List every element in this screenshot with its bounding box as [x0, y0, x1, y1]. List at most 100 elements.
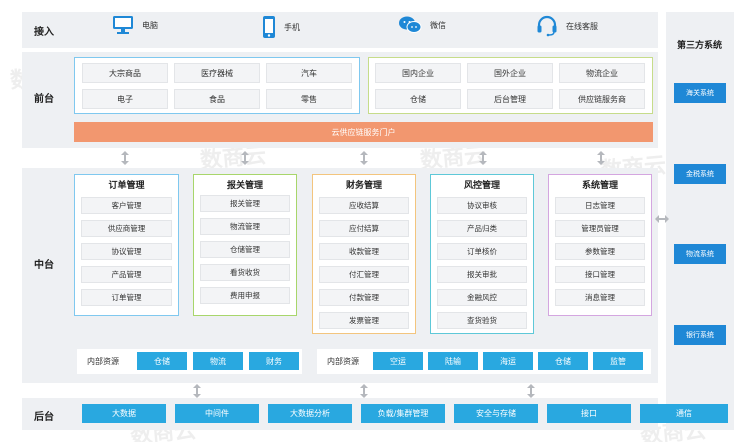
- front-enterprises-panel: 国内企业 国外企业 物流企业 仓储 后台管理 供应链服务商: [368, 57, 653, 114]
- back-service-button[interactable]: 安全与存储: [454, 404, 538, 423]
- module-item[interactable]: 订单核价: [437, 243, 527, 260]
- up-down-arrow-icon: [360, 151, 368, 165]
- module-title: 订单管理: [108, 181, 145, 191]
- third-party-system[interactable]: 物流系统: [674, 244, 726, 264]
- module-item[interactable]: 应付结算: [319, 220, 409, 237]
- front-cell[interactable]: 汽车: [266, 63, 352, 83]
- up-down-arrow-icon: [527, 384, 535, 398]
- third-party-system[interactable]: 金税系统: [674, 164, 726, 184]
- module-item[interactable]: 物流管理: [200, 218, 290, 235]
- resource-button[interactable]: 仓储: [137, 352, 187, 370]
- up-down-arrow-icon: [193, 384, 201, 398]
- internal-resources-label: 内部资源: [87, 357, 119, 366]
- third-party-band: [666, 12, 734, 430]
- module-item[interactable]: 消息管理: [555, 289, 645, 306]
- module-item[interactable]: 看货收货: [200, 264, 290, 281]
- access-item-label: 手机: [284, 22, 300, 32]
- third-party-system[interactable]: 海关系统: [674, 83, 726, 103]
- wechat-icon: [398, 15, 422, 35]
- internal-resources-left: 内部资源 仓储 物流 财务: [77, 349, 302, 374]
- front-cell[interactable]: 大宗商品: [82, 63, 168, 83]
- module-item[interactable]: 付汇管理: [319, 266, 409, 283]
- module-item[interactable]: 订单管理: [81, 289, 172, 306]
- back-service-button[interactable]: 大数据分析: [268, 404, 352, 423]
- access-item-label: 在线客服: [566, 21, 598, 31]
- module-item[interactable]: 供应商管理: [81, 220, 172, 237]
- access-online-service[interactable]: 在线客服: [536, 15, 598, 37]
- up-down-arrow-icon: [241, 151, 249, 165]
- access-computer[interactable]: 电脑: [112, 15, 158, 35]
- phone-icon: [262, 15, 276, 39]
- resource-button[interactable]: 海运: [483, 352, 533, 370]
- access-label: 接入: [34, 27, 54, 38]
- module-title: 风控管理: [463, 181, 500, 191]
- module-item[interactable]: 报关管理: [200, 195, 290, 212]
- front-cell[interactable]: 食品: [174, 89, 260, 109]
- module-item[interactable]: 管理员管理: [555, 220, 645, 237]
- module-system: 系统管理 日志管理 管理员管理 参数管理 接口管理 消息管理: [548, 174, 652, 316]
- module-title: 系统管理: [581, 181, 618, 191]
- module-title: 财务管理: [345, 181, 382, 191]
- back-service-button[interactable]: 中间件: [175, 404, 259, 423]
- module-item[interactable]: 金融风控: [437, 289, 527, 306]
- module-finance: 财务管理 应收结算 应付结算 收款管理 付汇管理 付款管理 发票管理: [312, 174, 416, 334]
- cloud-portal-bar[interactable]: 云供应链服务门户: [74, 122, 653, 142]
- access-phone[interactable]: 手机: [262, 15, 300, 39]
- module-item[interactable]: 客户管理: [81, 197, 172, 214]
- module-risk: 风控管理 协议审核 产品归类 订单核价 报关审批 金融风控 查货验货: [430, 174, 534, 334]
- resource-button[interactable]: 监管: [593, 352, 643, 370]
- front-cell[interactable]: 电子: [82, 89, 168, 109]
- module-title: 报关管理: [226, 181, 263, 191]
- module-item[interactable]: 付款管理: [319, 289, 409, 306]
- headset-icon: [536, 15, 558, 37]
- module-item[interactable]: 应收结算: [319, 197, 409, 214]
- up-down-arrow-icon: [479, 151, 487, 165]
- resource-button[interactable]: 财务: [249, 352, 299, 370]
- module-item[interactable]: 查货验货: [437, 312, 527, 329]
- front-label: 前台: [34, 94, 54, 105]
- back-service-button[interactable]: 大数据: [82, 404, 166, 423]
- module-order: 订单管理 客户管理 供应商管理 协议管理 产品管理 订单管理: [74, 174, 179, 316]
- resource-button[interactable]: 物流: [193, 352, 243, 370]
- front-industries-panel: 大宗商品 医疗器械 汽车 电子 食品 零售: [74, 57, 360, 114]
- module-item[interactable]: 仓储管理: [200, 241, 290, 258]
- front-cell[interactable]: 国内企业: [375, 63, 461, 83]
- module-item[interactable]: 协议管理: [81, 243, 172, 260]
- access-item-label: 电脑: [142, 20, 158, 30]
- up-down-arrow-icon: [597, 151, 605, 165]
- module-item[interactable]: 日志管理: [555, 197, 645, 214]
- back-service-button[interactable]: 负载/集群管理: [361, 404, 445, 423]
- back-label: 后台: [34, 412, 54, 423]
- front-cell[interactable]: 供应链服务商: [559, 89, 645, 109]
- front-cell[interactable]: 国外企业: [467, 63, 553, 83]
- back-service-button[interactable]: 通信: [640, 404, 728, 423]
- front-cell[interactable]: 零售: [266, 89, 352, 109]
- module-item[interactable]: 协议审核: [437, 197, 527, 214]
- module-item[interactable]: 参数管理: [555, 243, 645, 260]
- back-service-button[interactable]: 接口: [547, 404, 631, 423]
- module-item[interactable]: 接口管理: [555, 266, 645, 283]
- access-item-label: 微信: [430, 20, 446, 30]
- front-cell[interactable]: 后台管理: [467, 89, 553, 109]
- internal-resources-label: 内部资源: [327, 357, 359, 366]
- module-item[interactable]: 产品管理: [81, 266, 172, 283]
- module-item[interactable]: 收款管理: [319, 243, 409, 260]
- front-cell[interactable]: 医疗器械: [174, 63, 260, 83]
- middle-label: 中台: [34, 260, 54, 271]
- up-down-arrow-icon: [121, 151, 129, 165]
- front-cell[interactable]: 仓储: [375, 89, 461, 109]
- third-party-title: 第三方系统: [677, 41, 723, 51]
- module-item[interactable]: 费用申报: [200, 287, 290, 304]
- resource-button[interactable]: 空运: [373, 352, 423, 370]
- module-item[interactable]: 报关审批: [437, 266, 527, 283]
- module-item[interactable]: 发票管理: [319, 312, 409, 329]
- third-party-system[interactable]: 银行系统: [674, 325, 726, 345]
- resource-button[interactable]: 陆输: [428, 352, 478, 370]
- module-customs: 报关管理 报关管理 物流管理 仓储管理 看货收货 费用申报: [193, 174, 297, 316]
- access-wechat[interactable]: 微信: [398, 15, 446, 35]
- monitor-icon: [112, 15, 134, 35]
- front-cell[interactable]: 物流企业: [559, 63, 645, 83]
- resource-button[interactable]: 仓储: [538, 352, 588, 370]
- module-item[interactable]: 产品归类: [437, 220, 527, 237]
- internal-resources-right: 内部资源 空运 陆输 海运 仓储 监管: [317, 349, 651, 374]
